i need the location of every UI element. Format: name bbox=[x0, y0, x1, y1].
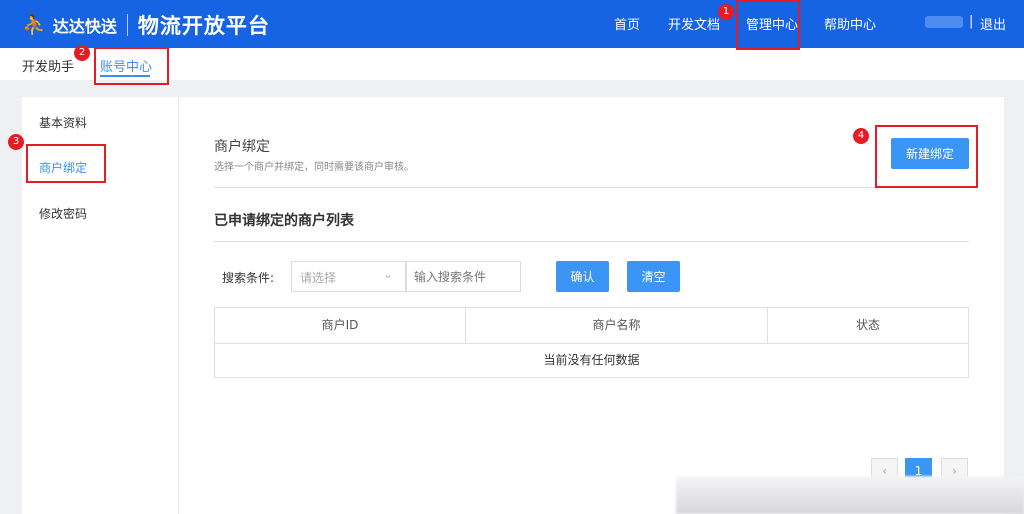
column-header-merchant-id: 商户ID bbox=[215, 308, 466, 343]
annotation-box-1 bbox=[736, 0, 800, 50]
logo[interactable]: ⛹ 达达快送 物流开放平台 bbox=[22, 10, 270, 40]
annotation-box-3 bbox=[26, 144, 106, 183]
sidebar-item-change-password[interactable]: 修改密码 bbox=[39, 205, 87, 222]
nav-docs[interactable]: 开发文档 bbox=[668, 14, 720, 33]
select-placeholder: 请选择 bbox=[300, 271, 337, 285]
merchant-table: 商户ID 商户名称 状态 当前没有任何数据 bbox=[214, 307, 969, 378]
empty-table-message: 当前没有任何数据 bbox=[543, 353, 640, 367]
blurred-overlay bbox=[676, 476, 1024, 514]
top-header: ⛹ 达达快送 物流开放平台 首页 开发文档 管理中心 帮助中心 | 退出 bbox=[0, 0, 1024, 48]
annotation-badge-3: 3 bbox=[8, 134, 24, 150]
annotation-badge-4: 4 bbox=[853, 128, 869, 144]
nav-home[interactable]: 首页 bbox=[614, 14, 640, 33]
confirm-button[interactable]: 确认 bbox=[556, 261, 609, 292]
section-description: 选择一个商户并绑定，同时需要该商户审核。 bbox=[214, 162, 414, 173]
nav-divider: | bbox=[969, 14, 974, 29]
column-header-merchant-name: 商户名称 bbox=[466, 308, 768, 343]
column-header-status: 状态 bbox=[855, 318, 880, 332]
annotation-badge-2: 2 bbox=[74, 45, 90, 61]
annotation-box-4 bbox=[875, 125, 978, 188]
logo-brand: 达达快送 bbox=[52, 17, 117, 36]
search-label: 搜索条件: bbox=[222, 271, 275, 285]
annotation-box-2 bbox=[94, 47, 169, 85]
logout-link[interactable]: 退出 bbox=[980, 14, 1006, 33]
subnav-dev-assistant[interactable]: 开发助手 bbox=[22, 56, 74, 75]
annotation-badge-1: 1 bbox=[718, 4, 734, 20]
logo-separator bbox=[126, 14, 128, 36]
list-title: 已申请绑定的商户列表 bbox=[214, 213, 354, 229]
search-condition-select[interactable]: 请选择 ⌄ bbox=[291, 261, 406, 292]
divider bbox=[214, 187, 969, 188]
divider bbox=[214, 241, 969, 242]
sidebar-item-profile[interactable]: 基本资料 bbox=[39, 114, 87, 131]
runner-logo-icon: ⛹ bbox=[22, 13, 47, 37]
clear-button[interactable]: 清空 bbox=[627, 261, 680, 292]
chevron-down-icon: ⌄ bbox=[382, 267, 393, 281]
search-input[interactable] bbox=[406, 261, 521, 292]
section-title: 商户绑定 bbox=[214, 139, 270, 155]
nav-help[interactable]: 帮助中心 bbox=[824, 14, 876, 33]
platform-title: 物流开放平台 bbox=[137, 14, 270, 38]
username-redacted[interactable] bbox=[925, 16, 963, 28]
